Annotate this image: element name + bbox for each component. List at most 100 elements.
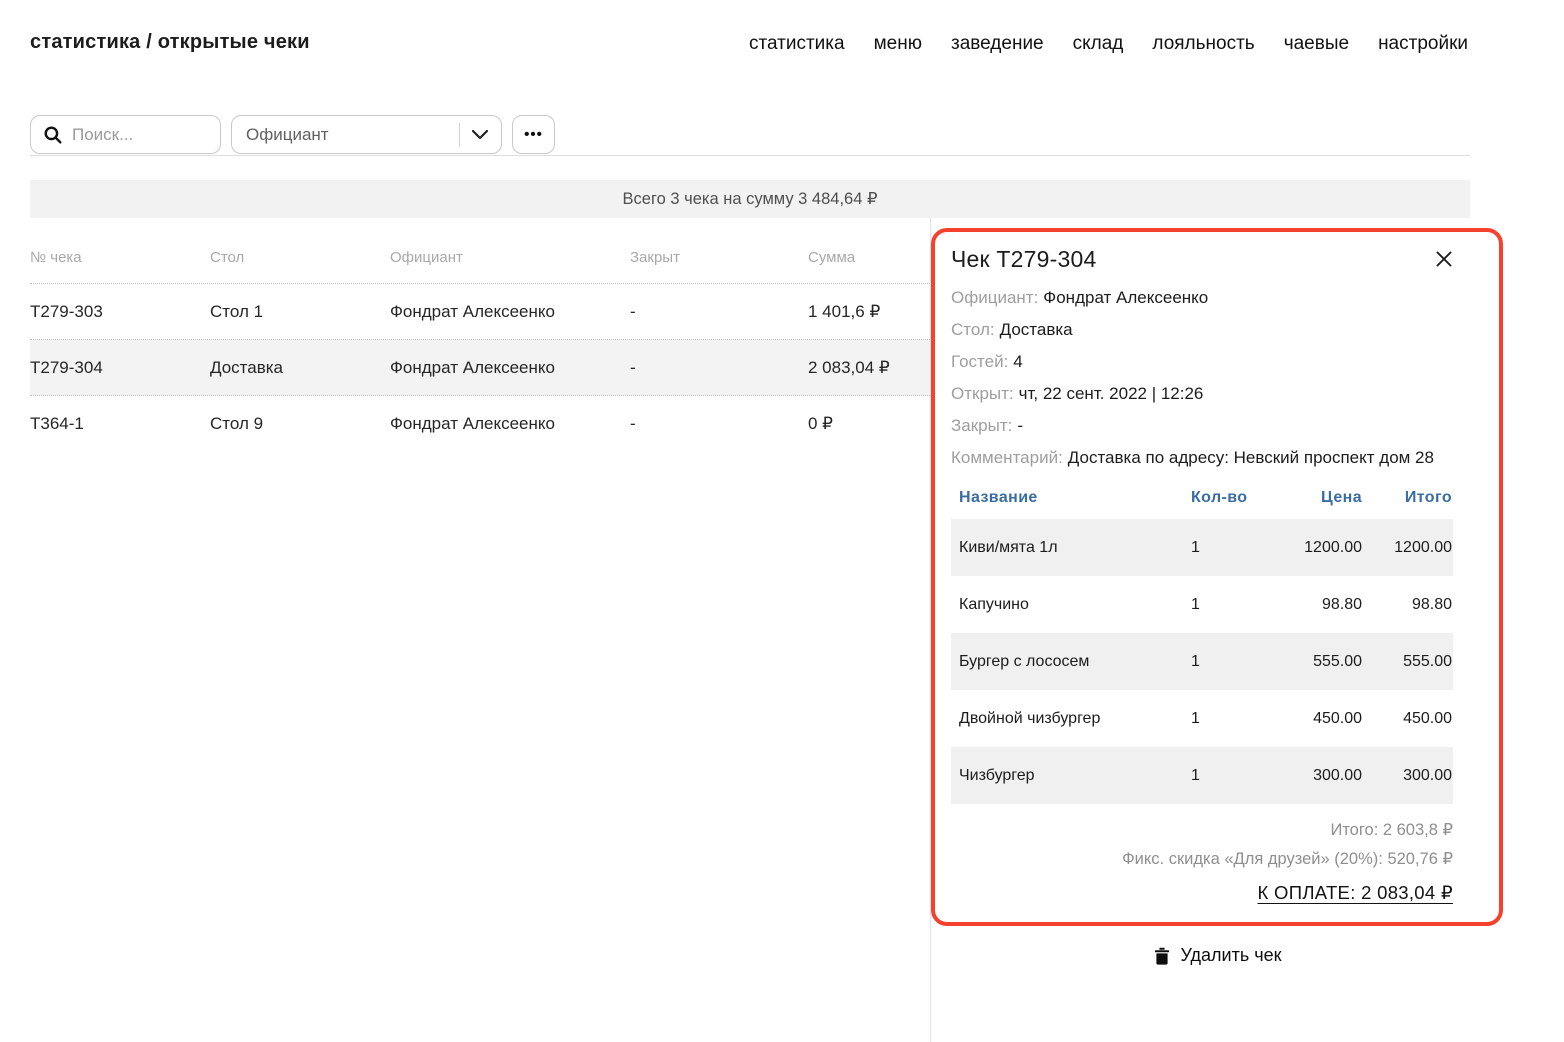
items-col-name: Название (951, 489, 1191, 507)
search-input[interactable] (72, 125, 208, 145)
delete-check-button[interactable]: Удалить чек (931, 945, 1503, 966)
item-name: Двойной чизбургер (951, 710, 1191, 728)
detail-waiter: Официант: Фондрат Алексеенко (951, 286, 1453, 309)
check-detail-panel: Чек Т279-304 Официант: Фондрат Алексеенко… (930, 218, 1564, 1042)
item-qty: 1 (1191, 539, 1263, 557)
list-item: Капучино 1 98.80 98.80 (951, 576, 1453, 633)
detail-value: Доставка по адресу: Невский проспект дом… (1068, 448, 1434, 467)
detail-opened: Открыт: чт, 22 сент. 2022 | 12:26 (951, 382, 1453, 405)
trash-icon (1153, 946, 1171, 966)
item-price: 300.00 (1263, 767, 1362, 785)
item-qty: 1 (1191, 653, 1263, 671)
item-price: 450.00 (1263, 710, 1362, 728)
delete-check-label: Удалить чек (1181, 945, 1282, 966)
col-header-sum: Сумма (808, 249, 930, 266)
sum-cell: 1 401,6 ₽ (808, 302, 930, 322)
item-name: Киви/мята 1л (951, 539, 1191, 557)
main-nav: статистика меню заведение склад лояльнос… (749, 33, 1468, 55)
close-panel-button[interactable] (1427, 246, 1453, 272)
closed-cell: - (630, 302, 808, 322)
item-total: 450.00 (1362, 710, 1452, 728)
col-header-check-number: № чека (30, 249, 210, 266)
table-row[interactable]: Т364-1 Стол 9 Фондрат Алексеенко - 0 ₽ (30, 396, 930, 452)
checks-table: № чека Стол Официант Закрыт Сумма Т279-3… (30, 232, 930, 452)
items-table-header: Название Кол-во Цена Итого (951, 489, 1453, 519)
items-col-total: Итого (1362, 489, 1452, 507)
table-row[interactable]: Т279-303 Стол 1 Фондрат Алексеенко - 1 4… (30, 284, 930, 340)
detail-guests: Гостей: 4 (951, 350, 1453, 373)
detail-label: Закрыт: (951, 416, 1012, 435)
item-total: 1200.00 (1362, 539, 1452, 557)
item-qty: 1 (1191, 710, 1263, 728)
closed-cell: - (630, 414, 808, 434)
checks-table-header: № чека Стол Официант Закрыт Сумма (30, 232, 930, 284)
waiter-cell: Фондрат Алексеенко (390, 414, 630, 434)
nav-item-statistics[interactable]: статистика (749, 33, 845, 55)
waiter-cell: Фондрат Алексеенко (390, 358, 630, 378)
search-box[interactable] (30, 115, 221, 154)
summary-text: Всего 3 чека на сумму 3 484,64 ₽ (623, 189, 878, 209)
toolbar-divider (30, 155, 1470, 156)
detail-table: Стол: Доставка (951, 318, 1453, 341)
table-cell: Стол 1 (210, 302, 390, 322)
select-divider (459, 123, 460, 147)
table-cell: Стол 9 (210, 414, 390, 434)
item-name: Бургер с лососем (951, 653, 1191, 671)
item-qty: 1 (1191, 767, 1263, 785)
detail-label: Открыт: (951, 384, 1014, 403)
table-row-selected[interactable]: Т279-304 Доставка Фондрат Алексеенко - 2… (30, 340, 930, 396)
check-number-cell: Т364-1 (30, 414, 210, 434)
item-total: 98.80 (1362, 596, 1452, 614)
check-title: Чек Т279-304 (951, 246, 1096, 273)
nav-item-loyalty[interactable]: лояльность (1152, 33, 1254, 55)
summary-bar: Всего 3 чека на сумму 3 484,64 ₽ (30, 180, 1470, 218)
detail-label: Гостей: (951, 352, 1008, 371)
item-name: Капучино (951, 596, 1191, 614)
item-price: 98.80 (1263, 596, 1362, 614)
item-qty: 1 (1191, 596, 1263, 614)
list-item: Чизбургер 1 300.00 300.00 (951, 747, 1453, 804)
detail-value: - (1017, 416, 1023, 435)
item-total: 555.00 (1362, 653, 1452, 671)
check-items-table: Название Кол-во Цена Итого Киви/мята 1л … (951, 489, 1453, 804)
waiter-filter-label: Официант (246, 125, 459, 145)
nav-item-stock[interactable]: склад (1073, 33, 1124, 55)
detail-value: 4 (1013, 352, 1022, 371)
check-number-cell: Т279-304 (30, 358, 210, 378)
nav-item-settings[interactable]: настройки (1378, 33, 1468, 55)
col-header-closed: Закрыт (630, 249, 808, 266)
subtotal-line: Итого: 2 603,8 ₽ (951, 820, 1453, 840)
detail-label: Комментарий: (951, 448, 1063, 467)
items-col-price: Цена (1263, 489, 1362, 507)
sum-cell: 2 083,04 ₽ (808, 358, 930, 378)
closed-cell: - (630, 358, 808, 378)
waiter-cell: Фондрат Алексеенко (390, 302, 630, 322)
item-price: 555.00 (1263, 653, 1362, 671)
search-icon (43, 125, 63, 145)
discount-line: Фикс. скидка «Для друзей» (20%): 520,76 … (951, 849, 1453, 869)
sum-cell: 0 ₽ (808, 414, 930, 434)
more-filters-button[interactable]: ••• (512, 115, 555, 154)
nav-item-tips[interactable]: чаевые (1284, 33, 1349, 55)
breadcrumb[interactable]: статистика / открытые чеки (30, 31, 310, 54)
detail-value: Доставка (1000, 320, 1073, 339)
item-total: 300.00 (1362, 767, 1452, 785)
detail-label: Стол: (951, 320, 995, 339)
detail-closed: Закрыт:- (951, 414, 1453, 437)
ellipsis-icon: ••• (524, 126, 543, 143)
check-totals: Итого: 2 603,8 ₽ Фикс. скидка «Для друзе… (951, 820, 1453, 904)
filters-toolbar: Официант ••• (30, 115, 555, 154)
detail-value: чт, 22 сент. 2022 | 12:26 (1019, 384, 1204, 403)
detail-label: Официант: (951, 288, 1038, 307)
nav-item-menu[interactable]: меню (874, 33, 922, 55)
item-name: Чизбургер (951, 767, 1191, 785)
waiter-filter-select[interactable]: Официант (231, 115, 502, 154)
nav-item-venue[interactable]: заведение (951, 33, 1044, 55)
item-price: 1200.00 (1263, 539, 1362, 557)
open-checks-page: статистика / открытые чеки статистика ме… (0, 0, 1564, 1042)
check-number-cell: Т279-303 (30, 302, 210, 322)
close-icon (1435, 255, 1453, 272)
to-pay-line: К ОПЛАТЕ: 2 083,04 ₽ (951, 882, 1453, 904)
items-col-qty: Кол-во (1191, 489, 1263, 507)
detail-value: Фондрат Алексеенко (1043, 288, 1208, 307)
